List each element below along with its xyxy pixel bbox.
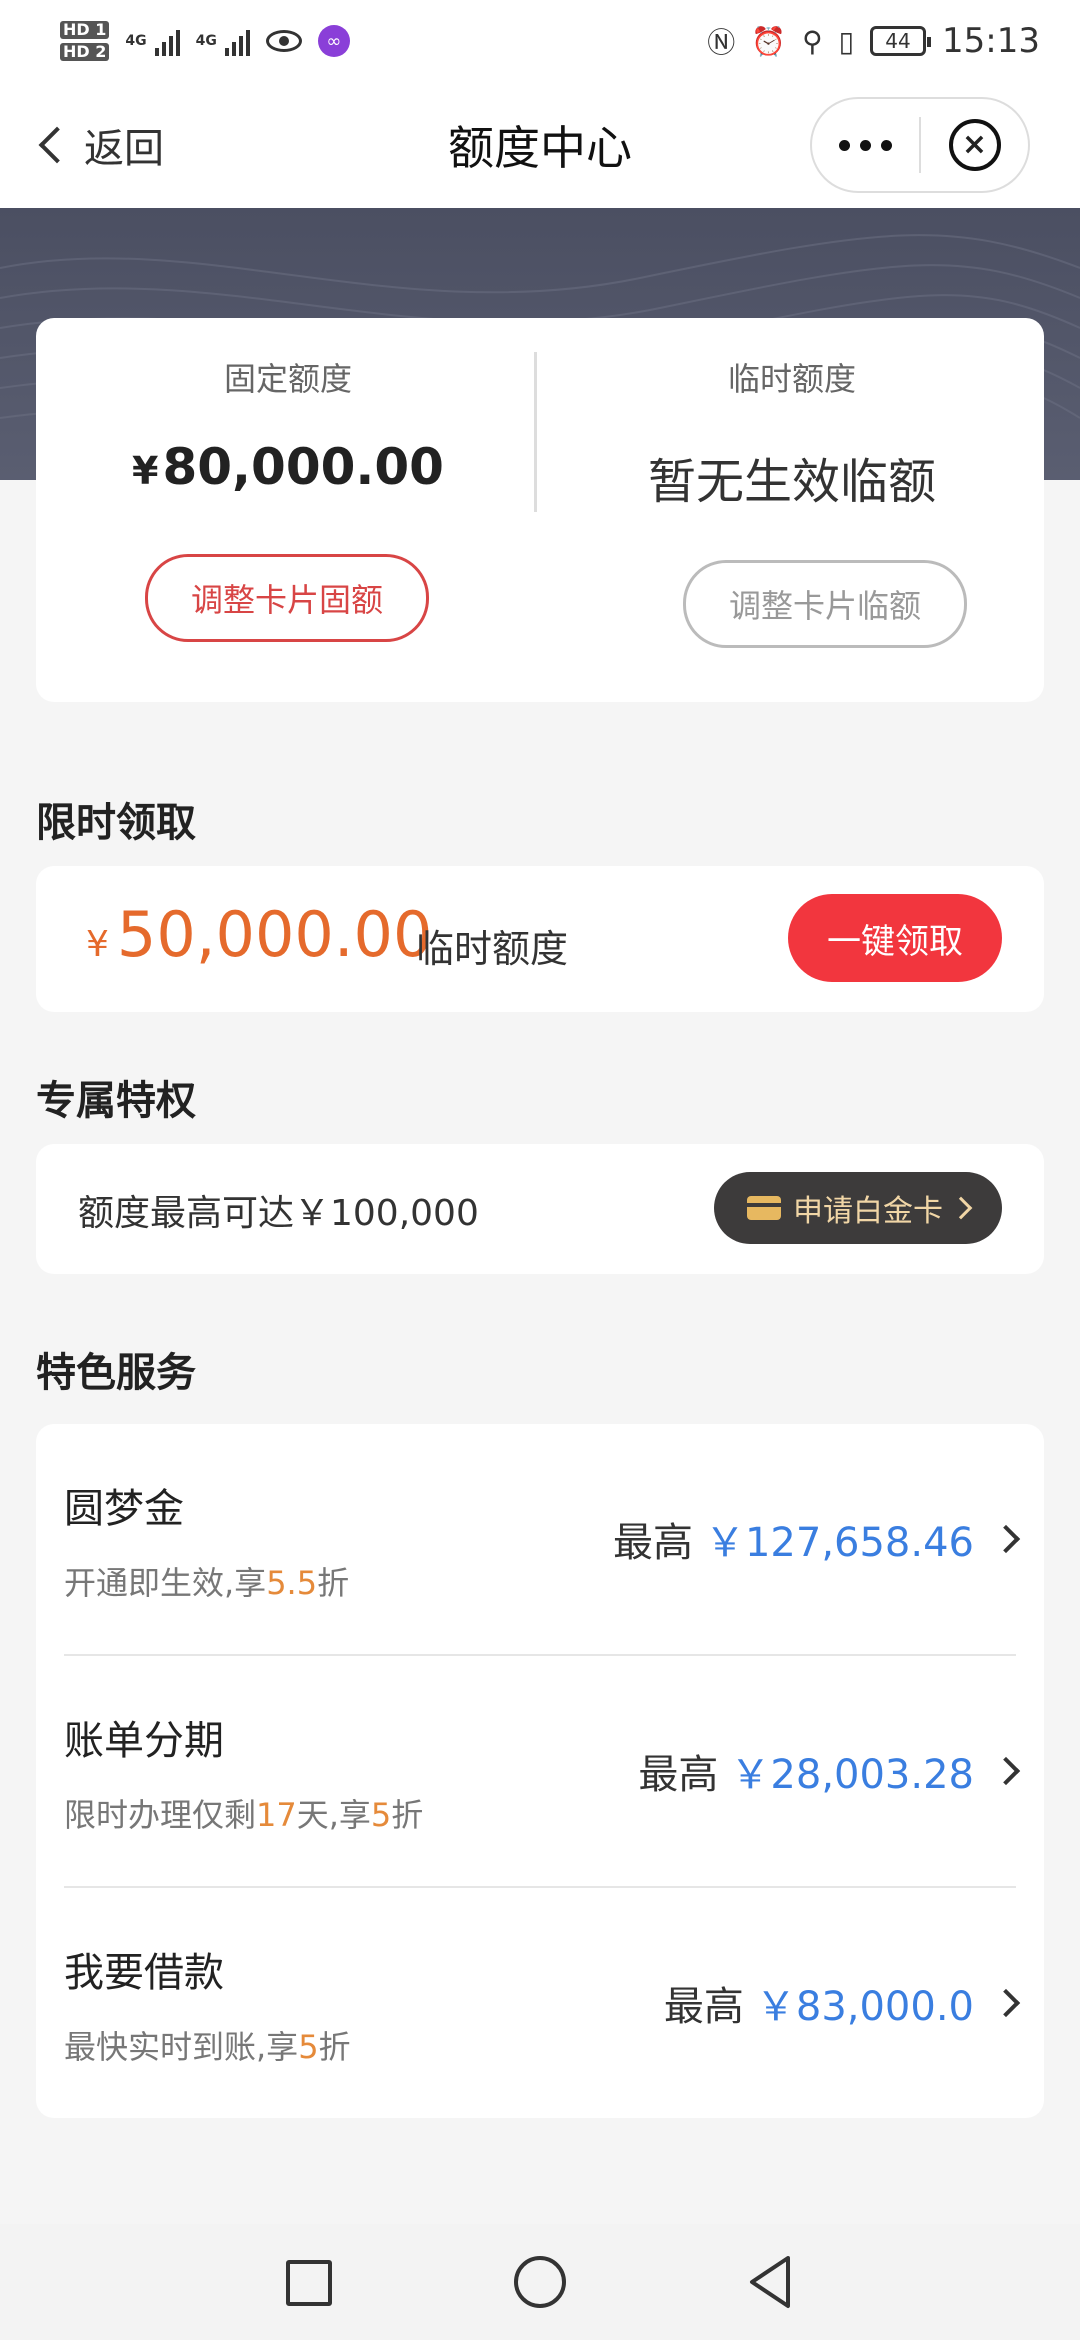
signal-icon xyxy=(154,26,180,56)
services-section-title: 特色服务 xyxy=(36,1350,196,1396)
service-amount-group: 最高 ￥83,000.0 xyxy=(663,1974,1021,2032)
temp-quota-value: 暂无生效临额 xyxy=(647,454,936,510)
fixed-amount: 80,000.00 xyxy=(162,438,444,496)
back-triangle-icon[interactable] xyxy=(744,2252,794,2312)
app-notification-icon: ∞ xyxy=(317,25,350,57)
subtitle-text-end: 折 xyxy=(318,2028,351,2066)
system-nav-bar xyxy=(0,2224,1080,2340)
service-amount: ￥83,000.0 xyxy=(755,1984,974,2030)
service-subtitle: 最快实时到账,享5折 xyxy=(64,2022,351,2068)
service-row-loan[interactable]: 我要借款 最快实时到账,享5折 最高 ￥83,000.0 xyxy=(36,1888,1044,2120)
service-row-dream-fund[interactable]: 圆梦金 开通即生效,享5.5折 最高 ￥127,658.46 xyxy=(36,1424,1044,1656)
subtitle-highlight: 5 xyxy=(298,2028,319,2066)
limited-amount-value: 50,000.00 xyxy=(116,898,433,971)
privilege-section-title: 专属特权 xyxy=(36,1078,196,1124)
chevron-right-icon xyxy=(991,1756,1021,1786)
service-amount: ￥28,003.28 xyxy=(730,1752,974,1798)
subtitle-text-end: 折 xyxy=(317,1564,350,1602)
service-row-installment[interactable]: 账单分期 限时办理仅剩17天,享5折 最高 ￥28,003.28 xyxy=(36,1656,1044,1888)
subtitle-text: 最快实时到账,享 xyxy=(64,2028,299,2066)
temp-quota-label: 临时额度 xyxy=(727,360,856,398)
privilege-card: 额度最高可达￥100,000 申请白金卡 xyxy=(36,1144,1044,1274)
status-left: HD 1 HD 2 4G 4G ∞ xyxy=(60,19,350,63)
limited-amount: ¥50,000.00 xyxy=(86,898,432,971)
service-title: 圆梦金 xyxy=(64,1486,184,1532)
subtitle-highlight: 17 xyxy=(256,1796,297,1834)
subtitle-text: 开通即生效,享 xyxy=(64,1564,267,1602)
hd2-label: HD 2 xyxy=(60,43,110,61)
nav-bar: 返回 额度中心 × xyxy=(0,82,1080,208)
chevron-right-icon xyxy=(991,1524,1021,1554)
limited-currency: ¥ xyxy=(86,924,109,965)
subtitle-text-mid: 天,享 xyxy=(296,1796,371,1834)
service-amount-group: 最高 ￥127,658.46 xyxy=(612,1510,1021,1568)
services-card: 圆梦金 开通即生效,享5.5折 最高 ￥127,658.46 账单分期 限时办理… xyxy=(36,1424,1044,2118)
mini-program-capsule: × xyxy=(810,97,1030,193)
max-label: 最高 xyxy=(638,1752,719,1798)
limited-section-title: 限时领取 xyxy=(36,800,196,846)
hd-indicator: HD 1 HD 2 xyxy=(60,19,110,63)
home-button[interactable] xyxy=(514,2256,566,2308)
fixed-quota-column: 固定额度 ¥80,000.00 调整卡片固额 xyxy=(36,318,540,702)
status-right: Ⓝ ⏰ ⚲ ▯ 44 15:13 xyxy=(707,21,1040,61)
battery-icon: 44 xyxy=(870,26,932,56)
service-subtitle: 限时办理仅剩17天,享5折 xyxy=(64,1790,423,1836)
close-button[interactable]: × xyxy=(921,119,1028,171)
service-subtitle: 开通即生效,享5.5折 xyxy=(64,1558,349,1604)
service-amount-group: 最高 ￥28,003.28 xyxy=(638,1742,1021,1800)
close-icon: × xyxy=(948,119,1001,171)
adjust-temp-quota-button[interactable]: 调整卡片临额 xyxy=(683,560,967,648)
privilege-text: 额度最高可达￥100,000 xyxy=(78,1193,479,1234)
service-title: 我要借款 xyxy=(64,1950,224,1996)
subtitle-text: 限时办理仅剩 xyxy=(64,1796,257,1834)
quota-card: 固定额度 ¥80,000.00 调整卡片固额 临时额度 暂无生效临额 调整卡片临… xyxy=(36,318,1044,702)
battery-level: 44 xyxy=(885,29,911,53)
more-button[interactable] xyxy=(812,139,919,151)
status-time: 15:13 xyxy=(942,21,1040,61)
network-type-1: 4G xyxy=(125,33,147,49)
status-bar: HD 1 HD 2 4G 4G ∞ Ⓝ ⏰ ⚲ ▯ 44 15:13 xyxy=(0,0,1080,82)
quota-divider xyxy=(534,352,537,512)
location-icon: ⚲ xyxy=(802,24,823,58)
subtitle-highlight: 5.5 xyxy=(266,1564,318,1602)
service-title: 账单分期 xyxy=(64,1718,224,1764)
signal-icon-2 xyxy=(224,26,250,56)
temp-quota-column: 临时额度 暂无生效临额 调整卡片临额 xyxy=(540,318,1044,702)
nfc-icon: Ⓝ xyxy=(707,26,736,59)
limited-tag: 临时额度 xyxy=(416,927,569,971)
max-label: 最高 xyxy=(612,1520,693,1566)
chevron-right-icon xyxy=(991,1988,1021,2018)
hd1-label: HD 1 xyxy=(60,21,110,39)
subtitle-highlight-2: 5 xyxy=(370,1796,392,1834)
fixed-quota-label: 固定额度 xyxy=(223,360,352,398)
credit-card-icon xyxy=(747,1196,781,1220)
chevron-right-icon xyxy=(949,1196,973,1220)
subtitle-text-end: 折 xyxy=(391,1796,424,1834)
service-amount: ￥127,658.46 xyxy=(704,1520,974,1566)
eye-icon xyxy=(265,30,302,52)
alarm-icon: ⏰ xyxy=(751,24,787,58)
limited-offer-card: ¥50,000.00 临时额度 一键领取 xyxy=(36,866,1044,1012)
apply-platinum-label: 申请白金卡 xyxy=(793,1194,943,1229)
adjust-fixed-quota-button[interactable]: 调整卡片固额 xyxy=(145,554,429,642)
fixed-currency: ¥ xyxy=(132,449,159,493)
apply-platinum-card-button[interactable]: 申请白金卡 xyxy=(714,1172,1002,1244)
recent-apps-button[interactable] xyxy=(286,2260,332,2306)
network-type-2: 4G xyxy=(195,33,217,49)
max-label: 最高 xyxy=(663,1984,744,2030)
fixed-quota-value: ¥80,000.00 xyxy=(36,438,540,496)
vibrate-icon: ▯ xyxy=(838,24,855,58)
one-click-claim-button[interactable]: 一键领取 xyxy=(788,894,1002,982)
